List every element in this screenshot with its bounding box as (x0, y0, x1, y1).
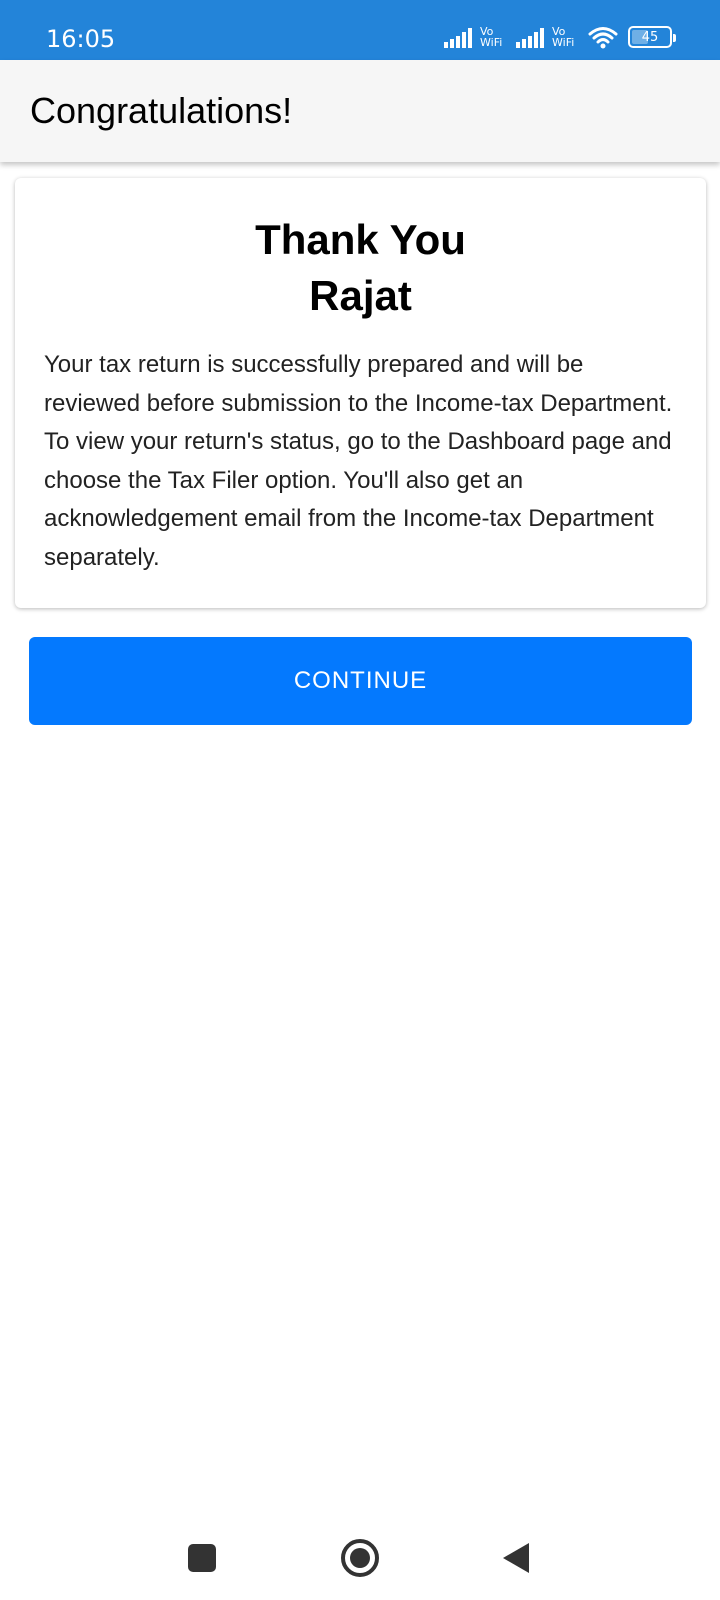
status-icons: Vo WiFi Vo WiFi 45 (444, 22, 676, 52)
vowifi-label-bottom: WiFi (480, 36, 503, 49)
vowifi-icon: Vo WiFi (552, 26, 582, 48)
confirmation-card: Thank You Rajat Your tax return is succe… (15, 178, 706, 608)
signal-icon (516, 28, 544, 48)
card-heading: Thank You Rajat (15, 212, 706, 324)
vowifi-icon: Vo WiFi (480, 26, 510, 48)
system-nav-bar (0, 1520, 720, 1600)
home-icon[interactable] (341, 1539, 379, 1577)
battery-level: 45 (641, 29, 659, 45)
status-bar: 16:05 Vo WiFi Vo WiFi 45 (0, 0, 720, 60)
wifi-icon (588, 27, 618, 49)
app-bar: Congratulations! (0, 60, 720, 162)
continue-button[interactable]: CONTINUE (29, 637, 692, 725)
back-icon[interactable] (503, 1543, 529, 1573)
signal-icon (444, 28, 472, 48)
battery-icon: 45 (628, 26, 676, 48)
confirmation-message: Your tax return is successfully prepared… (44, 351, 673, 571)
thank-you-heading: Thank You (255, 216, 466, 263)
page-title: Congratulations! (30, 90, 293, 131)
user-name-heading: Rajat (309, 272, 412, 319)
status-time: 16:05 (46, 25, 116, 53)
vowifi-label-bottom: WiFi (552, 36, 575, 49)
recents-icon[interactable] (188, 1544, 216, 1572)
